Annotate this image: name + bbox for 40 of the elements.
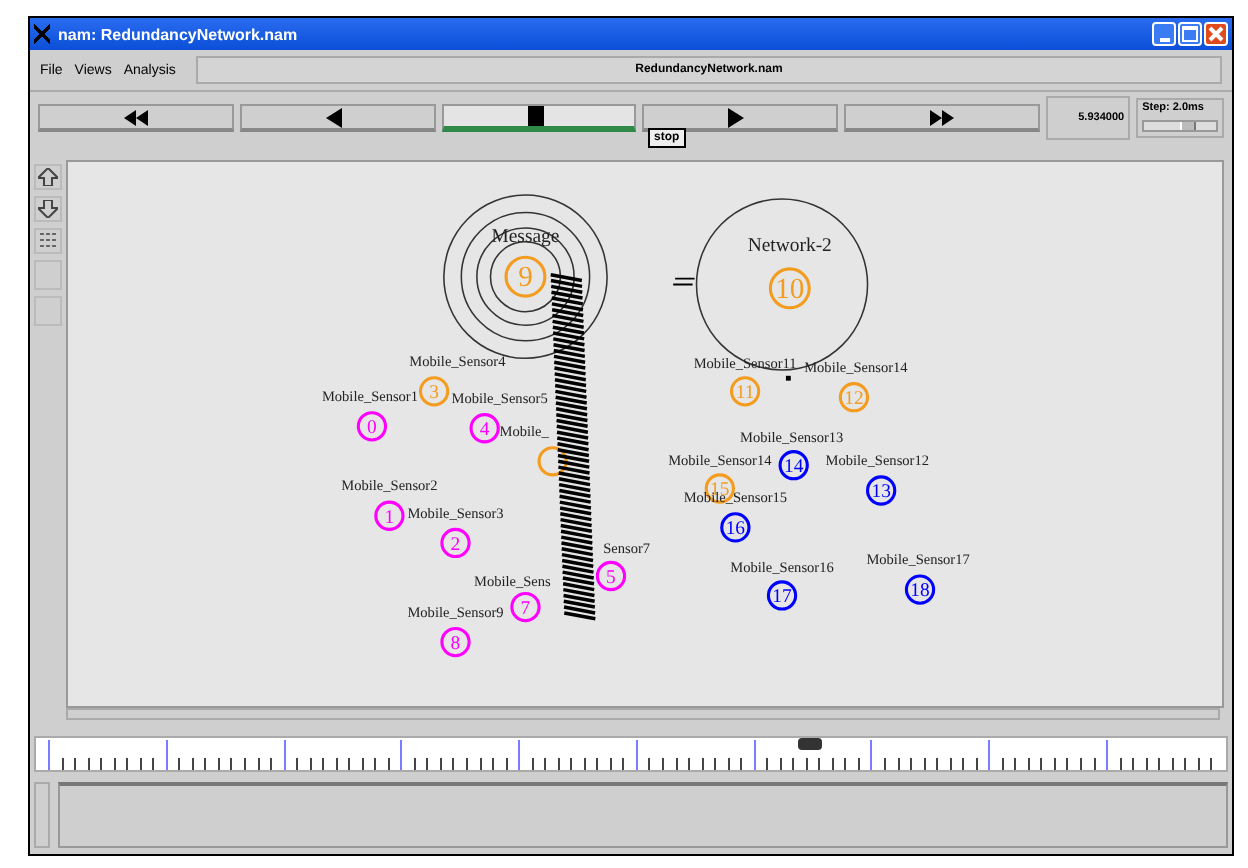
stop-button[interactable] <box>441 104 637 132</box>
play-button[interactable] <box>642 104 839 132</box>
node[interactable]: 11 <box>729 376 761 407</box>
forward-button[interactable] <box>844 104 1041 132</box>
x-logo-icon <box>34 24 50 44</box>
rewind-button[interactable] <box>38 104 234 132</box>
node[interactable]: 8 <box>440 626 471 658</box>
window-title: nam: RedundancyNetwork.nam <box>58 25 300 43</box>
node[interactable]: 7 <box>510 591 541 623</box>
grid-icon[interactable] <box>34 228 62 254</box>
back-button[interactable] <box>239 104 436 132</box>
maximize-button[interactable] <box>1178 22 1202 46</box>
close-button[interactable] <box>1204 22 1228 46</box>
node[interactable]: 13 <box>866 475 897 506</box>
node[interactable]: 18 <box>904 574 936 605</box>
node[interactable]: 17 <box>766 580 798 611</box>
zoom-out-icon[interactable] <box>34 196 62 222</box>
vertical-scrollbar[interactable] <box>34 782 50 848</box>
step-slider-handle[interactable] <box>1179 122 1196 130</box>
node[interactable]: 9 <box>504 255 547 298</box>
node[interactable]: 12 <box>838 382 870 413</box>
node[interactable]: 3 <box>418 376 450 407</box>
node-label: Network-2 <box>747 235 832 258</box>
node[interactable]: 5 <box>595 560 627 592</box>
playhead-handle[interactable] <box>797 738 822 750</box>
node[interactable] <box>537 446 568 477</box>
zoom-in-icon[interactable] <box>34 164 62 190</box>
node[interactable]: 10 <box>768 267 811 310</box>
link-mark-icon <box>672 277 696 286</box>
node[interactable]: 1 <box>374 500 405 531</box>
minimize-button[interactable] <box>1152 22 1176 46</box>
rewind-icon <box>123 107 148 127</box>
node[interactable]: 2 <box>440 527 471 559</box>
node[interactable]: 0 <box>356 411 388 442</box>
fast-forward-icon <box>930 107 955 127</box>
node[interactable]: 14 <box>778 450 809 481</box>
horizontal-scrollbar[interactable] <box>66 708 1220 720</box>
timeline[interactable] <box>34 736 1228 772</box>
node[interactable]: 16 <box>720 512 751 543</box>
node[interactable]: 4 <box>469 413 500 444</box>
